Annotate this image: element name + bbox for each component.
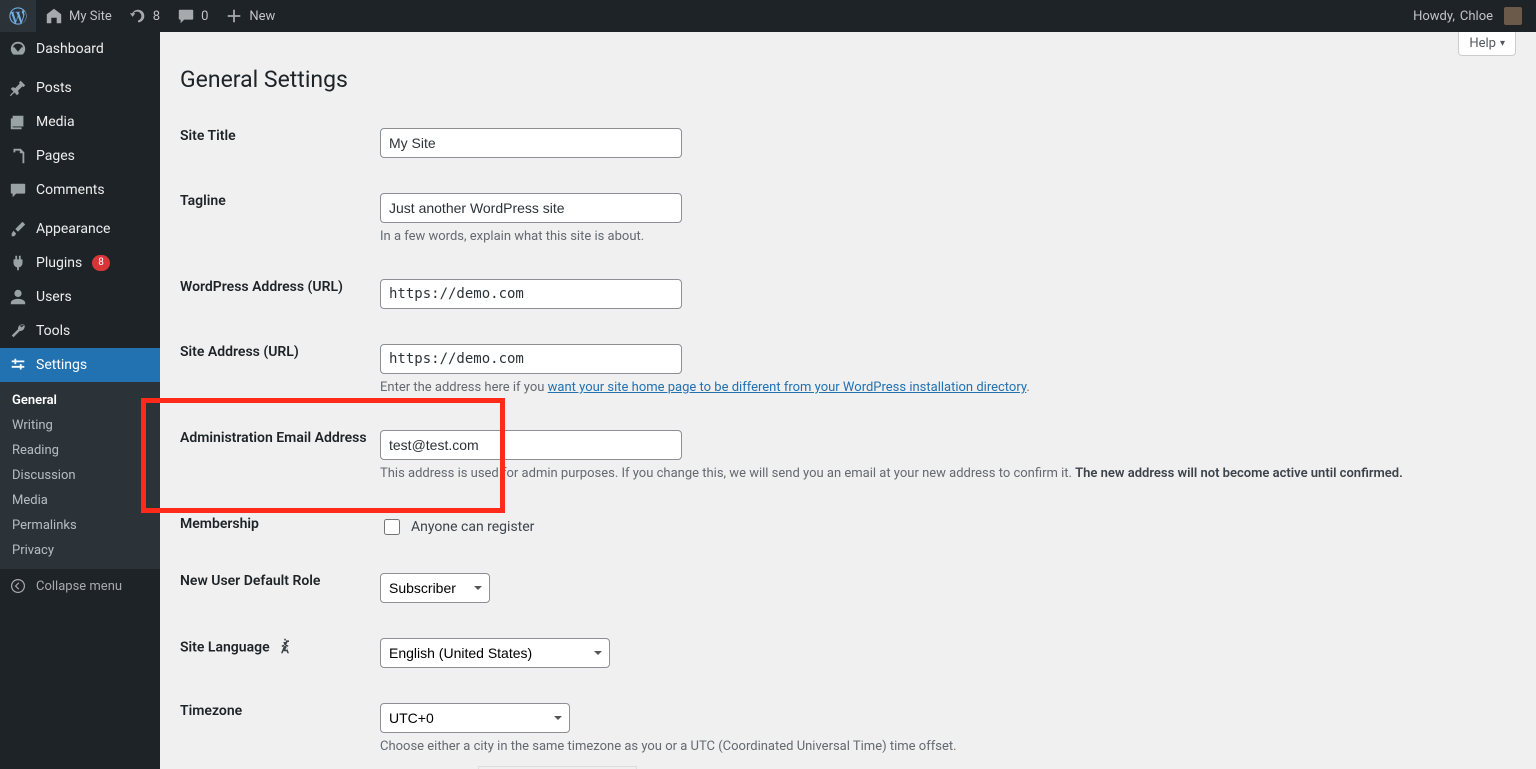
user-icon <box>8 287 28 307</box>
comments-icon <box>8 180 28 200</box>
brush-icon <box>8 219 28 239</box>
timezone-desc: Choose either a city in the same timezon… <box>380 739 1506 754</box>
updates-link[interactable]: 8 <box>120 0 168 32</box>
help-tab[interactable]: Help ▾ <box>1458 32 1516 56</box>
label-admin-email: Administration Email Address <box>180 415 380 501</box>
menu-label: Appearance <box>36 221 110 237</box>
label-tagline: Tagline <box>180 178 380 264</box>
translate-icon <box>277 638 293 658</box>
collapse-label: Collapse menu <box>36 579 122 594</box>
label-membership: Membership <box>180 501 380 558</box>
site-url-link[interactable]: want your site home page to be different… <box>548 380 1027 395</box>
wordpress-icon <box>8 6 28 26</box>
menu-label: Pages <box>36 148 75 164</box>
menu-label: Media <box>36 114 75 130</box>
label-wp-url: WordPress Address (URL) <box>180 264 380 329</box>
membership-checkbox-label[interactable]: Anyone can register <box>411 519 534 535</box>
site-url-input[interactable] <box>380 344 682 374</box>
comment-icon <box>176 6 196 26</box>
dashboard-icon <box>8 39 28 59</box>
menu-label: Settings <box>36 357 87 373</box>
menu-comments[interactable]: Comments <box>0 173 160 207</box>
page-title: General Settings <box>180 66 1516 93</box>
user-name: Chloe <box>1460 9 1493 24</box>
menu-posts[interactable]: Posts <box>0 71 160 105</box>
menu-tools[interactable]: Tools <box>0 314 160 348</box>
updates-count: 8 <box>153 9 160 24</box>
wrench-icon <box>8 321 28 341</box>
collapse-menu[interactable]: Collapse menu <box>0 569 160 603</box>
avatar <box>1504 7 1522 25</box>
content-area: Help ▾ General Settings Site Title Tagli… <box>160 32 1536 769</box>
menu-dashboard[interactable]: Dashboard <box>0 32 160 66</box>
site-title-input[interactable] <box>380 128 682 158</box>
label-site-url: Site Address (URL) <box>180 329 380 415</box>
menu-label: Comments <box>36 182 105 198</box>
comments-link[interactable]: 0 <box>168 0 216 32</box>
tagline-desc: In a few words, explain what this site i… <box>380 229 1506 244</box>
admin-email-desc: This address is used for admin purposes.… <box>380 466 1506 481</box>
plug-icon <box>8 253 28 273</box>
howdy-prefix: Howdy, <box>1413 9 1455 24</box>
default-role-select[interactable]: Subscriber <box>380 573 490 603</box>
chevron-down-icon: ▾ <box>1500 38 1505 49</box>
menu-pages[interactable]: Pages <box>0 139 160 173</box>
new-content-link[interactable]: New <box>216 0 283 32</box>
submenu-permalinks[interactable]: Permalinks <box>0 513 160 538</box>
refresh-icon <box>128 6 148 26</box>
submenu-media[interactable]: Media <box>0 488 160 513</box>
admin-bar: My Site 8 0 New Howdy, Chloe <box>0 0 1536 32</box>
help-label: Help <box>1469 36 1496 51</box>
site-url-desc: Enter the address here if you want your … <box>380 380 1506 395</box>
wp-logo[interactable] <box>0 0 36 32</box>
plugins-badge: 8 <box>92 255 110 271</box>
new-label: New <box>249 9 275 24</box>
submenu-reading[interactable]: Reading <box>0 438 160 463</box>
site-name-text: My Site <box>69 9 112 24</box>
admin-sidebar: Dashboard Posts Media Pages Comments App… <box>0 32 160 769</box>
sliders-icon <box>8 355 28 375</box>
comments-count: 0 <box>201 9 208 24</box>
submenu-general[interactable]: General <box>0 388 160 413</box>
menu-appearance[interactable]: Appearance <box>0 212 160 246</box>
label-timezone: Timezone <box>180 688 380 769</box>
media-icon <box>8 112 28 132</box>
wp-url-input[interactable] <box>380 279 682 309</box>
menu-label: Users <box>36 289 72 305</box>
timezone-select[interactable]: UTC+0 <box>380 703 570 733</box>
menu-label: Dashboard <box>36 41 104 57</box>
admin-email-input[interactable] <box>380 430 682 460</box>
site-language-select[interactable]: English (United States) <box>380 638 610 668</box>
menu-label: Tools <box>36 323 70 339</box>
menu-users[interactable]: Users <box>0 280 160 314</box>
plus-icon <box>224 6 244 26</box>
label-site-language: Site Language <box>180 623 380 688</box>
submenu-writing[interactable]: Writing <box>0 413 160 438</box>
tagline-input[interactable] <box>380 193 682 223</box>
submenu-privacy[interactable]: Privacy <box>0 538 160 563</box>
account-link[interactable]: Howdy, Chloe <box>1405 0 1530 32</box>
settings-submenu: General Writing Reading Discussion Media… <box>0 382 160 569</box>
menu-plugins[interactable]: Plugins 8 <box>0 246 160 280</box>
collapse-icon <box>8 576 28 596</box>
pages-icon <box>8 146 28 166</box>
site-name-link[interactable]: My Site <box>36 0 120 32</box>
label-site-title: Site Title <box>180 113 380 178</box>
membership-checkbox[interactable] <box>384 519 400 535</box>
menu-label: Plugins <box>36 255 82 271</box>
submenu-discussion[interactable]: Discussion <box>0 463 160 488</box>
pin-icon <box>8 78 28 98</box>
menu-settings[interactable]: Settings <box>0 348 160 382</box>
menu-label: Posts <box>36 80 72 96</box>
settings-form: Site Title Tagline In a few words, expla… <box>180 113 1516 769</box>
label-default-role: New User Default Role <box>180 558 380 623</box>
menu-media[interactable]: Media <box>0 105 160 139</box>
home-icon <box>44 6 64 26</box>
